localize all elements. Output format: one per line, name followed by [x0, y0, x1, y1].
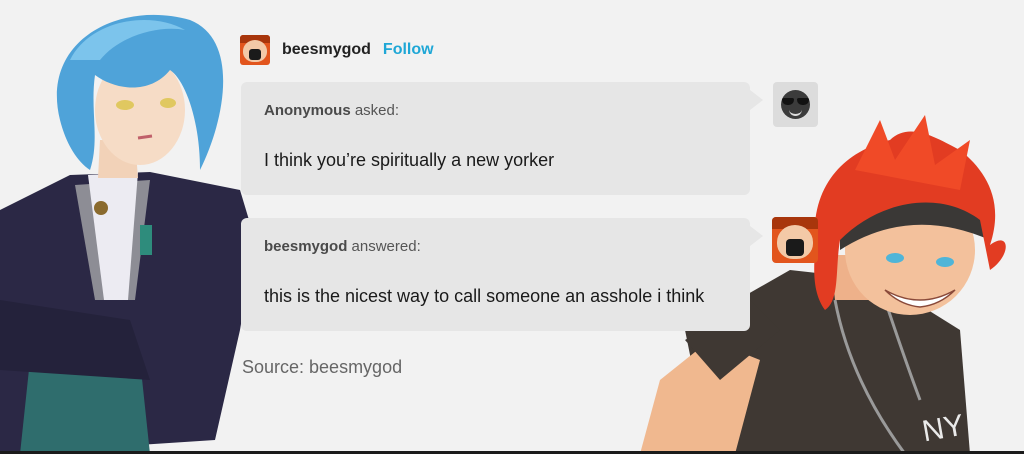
answer-header: beesmygod answered:: [264, 238, 421, 255]
ask-text: I think you’re spiritually a new yorker: [264, 150, 555, 170]
ask-bubble: Anonymous asked: I think you’re spiritua…: [241, 82, 763, 195]
blog-name-link[interactable]: beesmygod: [282, 41, 371, 59]
beesmygod-avatar-large-icon[interactable]: [772, 217, 818, 263]
left-character-illustration: [0, 14, 255, 454]
answer-verb: answered:: [351, 238, 421, 255]
follow-button[interactable]: Follow: [383, 41, 434, 59]
ask-verb: asked:: [354, 102, 400, 119]
answerer-name[interactable]: beesmygod: [264, 238, 347, 255]
source-link[interactable]: Source: beesmygod: [242, 357, 402, 378]
anonymous-sunglasses-avatar-icon: [773, 82, 818, 127]
answer-bubble: beesmygod answered: this is the nicest w…: [241, 218, 763, 331]
asker-name: Anonymous: [264, 102, 351, 119]
answer-text: this is the nicest way to call someone a…: [264, 286, 705, 306]
ask-header: Anonymous asked:: [264, 102, 399, 119]
post-header: beesmygod Follow: [240, 34, 434, 66]
beesmygod-avatar-icon[interactable]: [240, 35, 270, 65]
